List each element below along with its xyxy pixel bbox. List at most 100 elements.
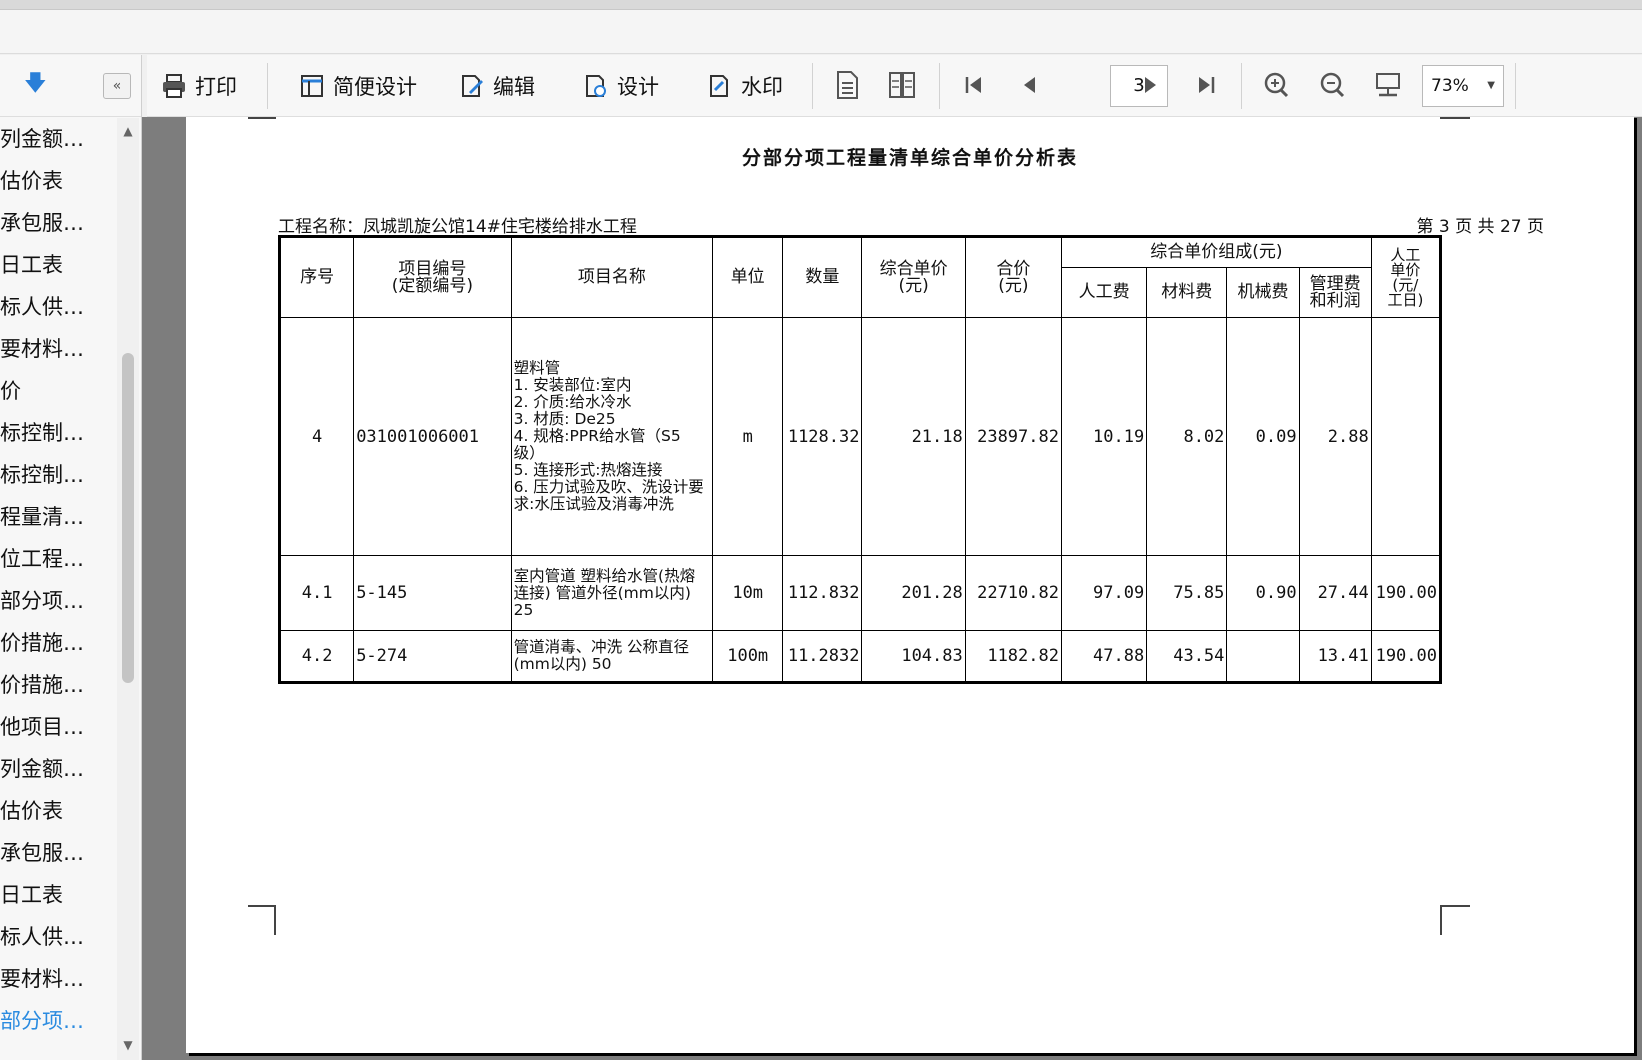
toolbar-separator (812, 63, 813, 109)
single-page-icon[interactable] (832, 69, 862, 101)
list-item[interactable]: 估价表 (0, 160, 116, 202)
header-material: 材料费 (1146, 267, 1228, 318)
cell-labor: 97.09 (1060, 555, 1148, 631)
cell-seq: 4.2 (278, 630, 355, 683)
cell-mgmt: 27.44 (1298, 555, 1372, 631)
two-page-icon[interactable] (887, 69, 917, 101)
last-page-icon[interactable] (1191, 69, 1221, 101)
cell-rate: 190.00 (1370, 555, 1442, 631)
list-item[interactable]: 部分项… (0, 580, 116, 622)
list-item[interactable]: 他项目… (0, 706, 116, 748)
list-item[interactable]: 估价表 (0, 790, 116, 832)
cell-name-text: 管道消毒、冲洗 公称直径(mm以内) 50 (513, 638, 690, 673)
cell-labor: 10.19 (1060, 317, 1148, 556)
analysis-table: 序号 项目编号 (定额编号) 项目名称 单位 数量 综合单价 (元) 合价 (元… (278, 235, 1442, 684)
cell-total: 22710.82 (964, 555, 1062, 631)
list-item[interactable]: 日工表 (0, 244, 116, 286)
layout-icon (301, 75, 323, 97)
edit-button[interactable]: 编辑 (459, 67, 535, 105)
cell-name: 管道消毒、冲洗 公称直径(mm以内) 50 (510, 630, 714, 683)
project-name: 工程名称：凤城凯旋公馆14#住宅楼给排水工程 (278, 217, 637, 237)
list-item-active[interactable]: 部分项… (0, 1000, 116, 1042)
arrow-down-icon[interactable]: 🡇 (24, 71, 47, 97)
crop-mark (248, 117, 276, 119)
zoom-in-icon[interactable] (1261, 69, 1291, 101)
printer-icon (163, 74, 185, 98)
cell-rate (1370, 317, 1442, 556)
list-item[interactable]: 日工表 (0, 874, 116, 916)
list-item[interactable]: 要材料… (0, 958, 116, 1000)
collapse-panel-button[interactable]: « (103, 73, 131, 99)
list-item[interactable]: 程量清… (0, 496, 116, 538)
cell-material: 75.85 (1146, 555, 1228, 631)
cell-unit-price: 201.28 (861, 555, 966, 631)
list-item[interactable]: 要材料… (0, 328, 116, 370)
list-item[interactable]: 价措施… (0, 622, 116, 664)
list-item[interactable]: 标人供… (0, 916, 116, 958)
list-item[interactable]: 标人供… (0, 286, 116, 328)
cell-machine: 0.09 (1226, 317, 1300, 556)
print-button[interactable]: 打印 (161, 67, 237, 105)
list-item[interactable]: 承包服… (0, 202, 116, 244)
zoom-value: 73% (1431, 76, 1469, 96)
cell-seq: 4.1 (278, 555, 355, 631)
first-page-icon[interactable] (959, 69, 989, 101)
header-name: 项目名称 (510, 236, 714, 318)
cell-total: 23897.82 (964, 317, 1062, 556)
cell-qty: 11.2832 (782, 630, 863, 683)
cell-name-text: 室内管道 塑料给水管(热熔连接) 管道外径(mm以内) 25 (513, 566, 696, 619)
print-label: 打印 (195, 75, 237, 99)
cell-rate: 190.00 (1370, 630, 1442, 683)
cell-mgmt: 13.41 (1298, 630, 1372, 683)
list-item[interactable]: 价 (0, 370, 116, 412)
design-button[interactable]: 设计 (583, 67, 659, 105)
simple-design-button[interactable]: 简便设计 (299, 67, 417, 105)
list-item[interactable]: 标控制… (0, 454, 116, 496)
next-page-icon[interactable] (1135, 69, 1165, 101)
watermark-button[interactable]: 水印 (707, 67, 783, 105)
chevron-down-icon: ▼ (1487, 80, 1495, 91)
crop-mark (248, 905, 276, 935)
zoom-out-icon[interactable] (1317, 69, 1347, 101)
header-seq: 序号 (278, 236, 355, 318)
list-item[interactable]: 列金额… (0, 118, 116, 160)
title-bar (0, 10, 1642, 54)
top-strip (0, 0, 1642, 10)
cell-total: 1182.82 (964, 630, 1062, 683)
cell-machine: 0.90 (1226, 555, 1300, 631)
cell-code: 5-145 (353, 555, 512, 631)
table-row: 4.2 5-274 管道消毒、冲洗 公称直径(mm以内) 50 100m 11.… (278, 630, 1442, 683)
crop-mark (1440, 117, 1470, 119)
header-code: 项目编号 (定额编号) (353, 236, 512, 318)
document-viewer[interactable]: 分部分项工程量清单综合单价分析表 工程名称：凤城凯旋公馆14#住宅楼给排水工程 … (142, 117, 1642, 1060)
cell-mgmt: 2.88 (1298, 317, 1372, 556)
edit-icon (462, 75, 483, 97)
cell-code: 031001006001 (353, 317, 512, 556)
viewer-toolbar: 打印 简便设计 编辑 设计 水印 3 73% ▼ (147, 55, 1642, 117)
fit-page-icon[interactable] (1373, 69, 1403, 101)
list-item[interactable]: 位工程… (0, 538, 116, 580)
list-item[interactable]: 承包服… (0, 832, 116, 874)
previous-page-icon[interactable] (1015, 69, 1045, 101)
list-item[interactable]: 价措施… (0, 664, 116, 706)
cell-name-text: 塑料管 1. 安装部位:室内 2. 介质:给水冷水 3. 材质: De25 4.… (513, 359, 704, 513)
list-item[interactable]: 列金额… (0, 748, 116, 790)
watermark-label: 水印 (741, 75, 783, 99)
cell-code: 5-274 (353, 630, 512, 683)
simple-design-label: 简便设计 (333, 75, 417, 99)
toolbar-separator (267, 63, 268, 109)
header-unit: 单位 (712, 236, 784, 318)
scroll-up-icon[interactable]: ▲ (117, 120, 139, 142)
edit-label: 编辑 (493, 75, 535, 99)
scroll-down-icon[interactable]: ▼ (117, 1034, 139, 1056)
cell-qty: 1128.32 (782, 317, 863, 556)
list-item[interactable]: 标控制… (0, 412, 116, 454)
table-row: 4 031001006001 塑料管 1. 安装部位:室内 2. 介质:给水冷水… (278, 317, 1442, 556)
zoom-select[interactable]: 73% ▼ (1422, 65, 1504, 107)
cell-unit: 100m (712, 630, 784, 683)
list-scrollbar[interactable]: ▲ ▼ (117, 118, 139, 1060)
scrollbar-thumb[interactable] (122, 353, 134, 683)
cell-unit: m (712, 317, 784, 556)
page-info: 第 3 页 共 27 页 (1416, 217, 1544, 237)
report-list-panel: 🡇 « 列金额… 估价表 承包服… 日工表 标人供… 要材料… 价 标控制… 标… (0, 55, 142, 1060)
